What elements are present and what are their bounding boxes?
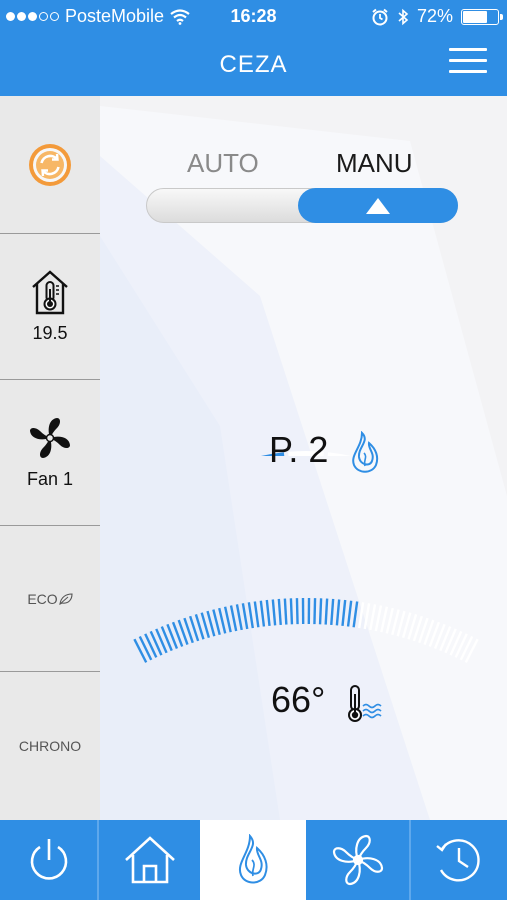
fan-icon <box>332 834 383 886</box>
flame-icon <box>352 431 379 473</box>
temperature-tick <box>380 606 389 633</box>
temperature-tick <box>218 607 227 634</box>
battery-percent: 72% <box>416 6 453 26</box>
mode-toggle-knob[interactable] <box>298 188 458 223</box>
temperature-tick <box>283 598 288 625</box>
sidebar-item-room-temperature[interactable]: 19.5 <box>0 234 100 380</box>
temperature-tick <box>133 638 148 663</box>
temperature-tick <box>295 598 299 625</box>
fan-label: Fan 1 <box>26 469 74 489</box>
temperature-tick <box>313 598 317 625</box>
temperature-tick <box>241 603 249 630</box>
temperature-tick <box>330 598 335 625</box>
flame-icon <box>238 834 268 884</box>
temperature-tick <box>369 604 377 631</box>
temperature-tick <box>259 600 266 627</box>
fan-icon <box>30 418 70 458</box>
alarm-icon <box>372 8 388 25</box>
temperature-tick <box>212 609 221 636</box>
temperature-tick <box>385 607 394 634</box>
temperature-tick <box>341 599 347 627</box>
nav-power-button[interactable] <box>0 820 97 900</box>
mode-auto-label[interactable]: AUTO <box>187 148 259 179</box>
temperature-tick <box>271 599 277 626</box>
nav-home-button[interactable] <box>99 820 200 900</box>
power-level-text: P. 2 <box>269 429 329 470</box>
temperature-tick <box>374 605 383 632</box>
temperature-tick <box>138 635 153 661</box>
temperature-tick <box>459 635 474 661</box>
temperature-tick <box>253 601 260 628</box>
eco-label: ECO <box>27 590 58 607</box>
battery-icon <box>461 8 503 25</box>
temperature-tick <box>229 605 238 632</box>
bottom-navigation <box>0 820 507 900</box>
triangle-up-icon <box>366 197 390 214</box>
temperature-tick <box>358 602 365 629</box>
water-thermometer-icon <box>348 685 382 722</box>
temperature-tick <box>223 606 232 633</box>
room-temperature-value: 19.5 <box>32 323 68 343</box>
nav-flame-button[interactable] <box>200 820 306 900</box>
temperature-tick <box>335 599 341 626</box>
temperature-tick <box>324 598 329 625</box>
temperature-tick <box>391 609 400 636</box>
temperature-tick <box>318 598 323 625</box>
water-temperature-gauge[interactable] <box>100 576 507 686</box>
home-icon <box>124 836 175 884</box>
bluetooth-icon <box>398 8 409 25</box>
sync-icon <box>29 143 71 186</box>
temperature-tick <box>247 602 254 629</box>
main-panel: AUTO MANU P. 2 66° <box>100 96 507 820</box>
clock-icon <box>436 839 480 882</box>
app-header: CEZA <box>0 34 507 96</box>
temperature-tick <box>277 598 282 625</box>
hamburger-menu-icon[interactable] <box>449 48 487 78</box>
water-temperature-text: 66° <box>271 679 326 720</box>
mode-toggle-switch[interactable] <box>146 188 458 223</box>
page-title: CEZA <box>219 51 288 78</box>
house-thermometer-icon <box>32 270 68 315</box>
temperature-tick <box>363 603 371 630</box>
nav-fan-button[interactable] <box>306 820 409 900</box>
sidebar-item-eco[interactable]: ECO <box>0 526 100 672</box>
temperature-tick <box>265 599 271 627</box>
temperature-tick <box>464 638 479 663</box>
power-icon <box>30 839 67 880</box>
sidebar-item-sync[interactable] <box>0 96 100 234</box>
status-bar: PosteMobile 16:28 72% <box>0 0 507 34</box>
sidebar-item-fan[interactable]: Fan 1 <box>0 380 100 526</box>
temperature-tick <box>289 598 294 625</box>
mode-manu-label[interactable]: MANU <box>336 148 413 179</box>
sidebar: 19.5 Fan 1 ECO CHRONO <box>0 96 100 820</box>
temperature-tick <box>235 604 243 631</box>
sidebar-item-chrono[interactable]: CHRONO <box>0 672 100 820</box>
leaf-icon <box>58 592 73 605</box>
nav-timer-button[interactable] <box>411 820 507 900</box>
chrono-label: CHRONO <box>18 738 82 754</box>
temperature-tick <box>352 601 359 628</box>
temperature-tick <box>346 600 353 627</box>
